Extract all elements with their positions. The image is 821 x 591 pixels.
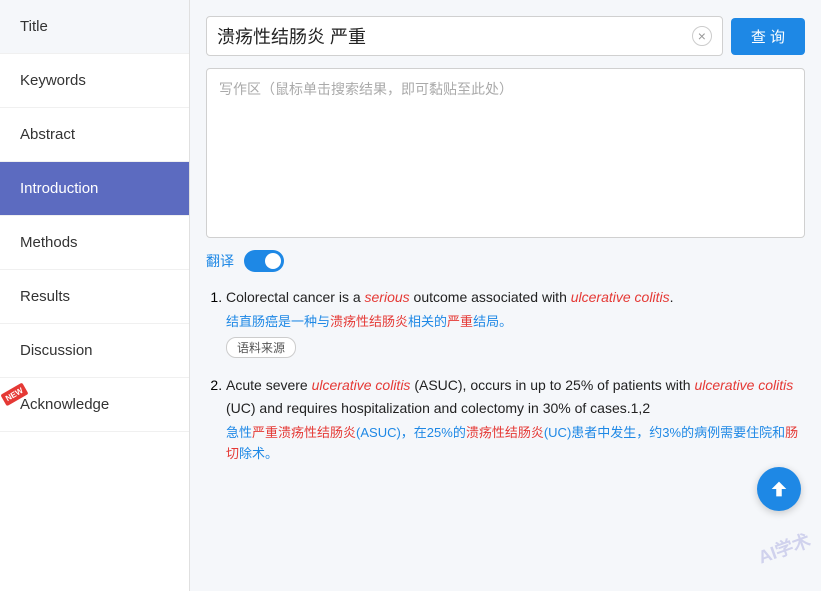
writing-placeholder: 写作区（鼠标单击搜索结果，即可黏贴至此处） [219, 81, 513, 97]
result-1-en: Colorectal cancer is a serious outcome a… [226, 286, 805, 308]
sidebar-item-results[interactable]: Results [0, 270, 189, 324]
sidebar-item-label: Methods [20, 234, 78, 251]
search-clear-button[interactable]: × [692, 26, 712, 46]
sidebar-item-methods[interactable]: Methods [0, 216, 189, 270]
result-2-en-uc2: ulcerative colitis [694, 377, 793, 393]
sidebar-item-label: Results [20, 288, 70, 305]
results-list: Colorectal cancer is a serious outcome a… [206, 286, 805, 465]
sidebar-item-introduction[interactable]: Introduction [0, 162, 189, 216]
sidebar-item-abstract[interactable]: Abstract [0, 108, 189, 162]
result-2-cn-severe: 严重溃疡性结肠炎 [252, 425, 356, 440]
scroll-up-button[interactable] [757, 467, 801, 511]
result-item-1: Colorectal cancer is a serious outcome a… [226, 286, 805, 358]
result-1-cn-serious: 严重 [447, 314, 473, 329]
scroll-up-icon [768, 478, 790, 500]
translate-toggle[interactable] [244, 250, 284, 272]
result-2-en: Acute severe ulcerative colitis (ASUC), … [226, 374, 805, 419]
sidebar-item-label: Introduction [20, 180, 98, 197]
sidebar-item-label: Title [20, 18, 48, 35]
main-content: 溃疡性结肠炎 严重 × 查 询 写作区（鼠标单击搜索结果，即可黏贴至此处） 翻译… [190, 0, 821, 591]
search-bar: 溃疡性结肠炎 严重 × 查 询 [206, 16, 805, 56]
search-query-text: 溃疡性结肠炎 严重 [217, 23, 684, 49]
sidebar-item-label: Abstract [20, 126, 75, 143]
translate-row: 翻译 [206, 250, 805, 272]
sidebar-item-acknowledge[interactable]: Acknowledge [0, 378, 189, 432]
result-1-cn-uc: 溃疡性结肠炎 [330, 314, 408, 329]
sidebar-item-discussion[interactable]: Discussion [0, 324, 189, 378]
sidebar: Title Keywords Abstract Introduction Met… [0, 0, 190, 591]
result-2-en-uc1: ulcerative colitis [312, 377, 411, 393]
writing-area[interactable]: 写作区（鼠标单击搜索结果，即可黏贴至此处） [206, 68, 805, 238]
sidebar-item-keywords[interactable]: Keywords [0, 54, 189, 108]
result-2-cn: 急性严重溃疡性结肠炎(ASUC)，在25%的溃疡性结肠炎(UC)患者中发生，约3… [226, 423, 805, 465]
translate-label: 翻译 [206, 251, 234, 271]
sidebar-item-label: Keywords [20, 72, 86, 89]
sidebar-item-title[interactable]: Title [0, 0, 189, 54]
result-2-cn-uc: 溃疡性结肠炎 [466, 425, 544, 440]
main-wrapper: 溃疡性结肠炎 严重 × 查 询 写作区（鼠标单击搜索结果，即可黏贴至此处） 翻译… [190, 0, 821, 591]
sidebar-item-label: Discussion [20, 342, 93, 359]
result-1-cn: 结直肠癌是一种与溃疡性结肠炎相关的严重结局。 [226, 312, 805, 333]
result-1-en-serious: serious [365, 289, 410, 305]
search-query-button[interactable]: 查 询 [731, 18, 805, 55]
result-item-2: Acute severe ulcerative colitis (ASUC), … [226, 374, 805, 464]
result-1-en-uc: ulcerative colitis [571, 289, 670, 305]
result-1-source-badge[interactable]: 语料来源 [226, 337, 296, 358]
sidebar-item-label: Acknowledge [20, 396, 109, 413]
search-input-wrapper: 溃疡性结肠炎 严重 × [206, 16, 723, 56]
